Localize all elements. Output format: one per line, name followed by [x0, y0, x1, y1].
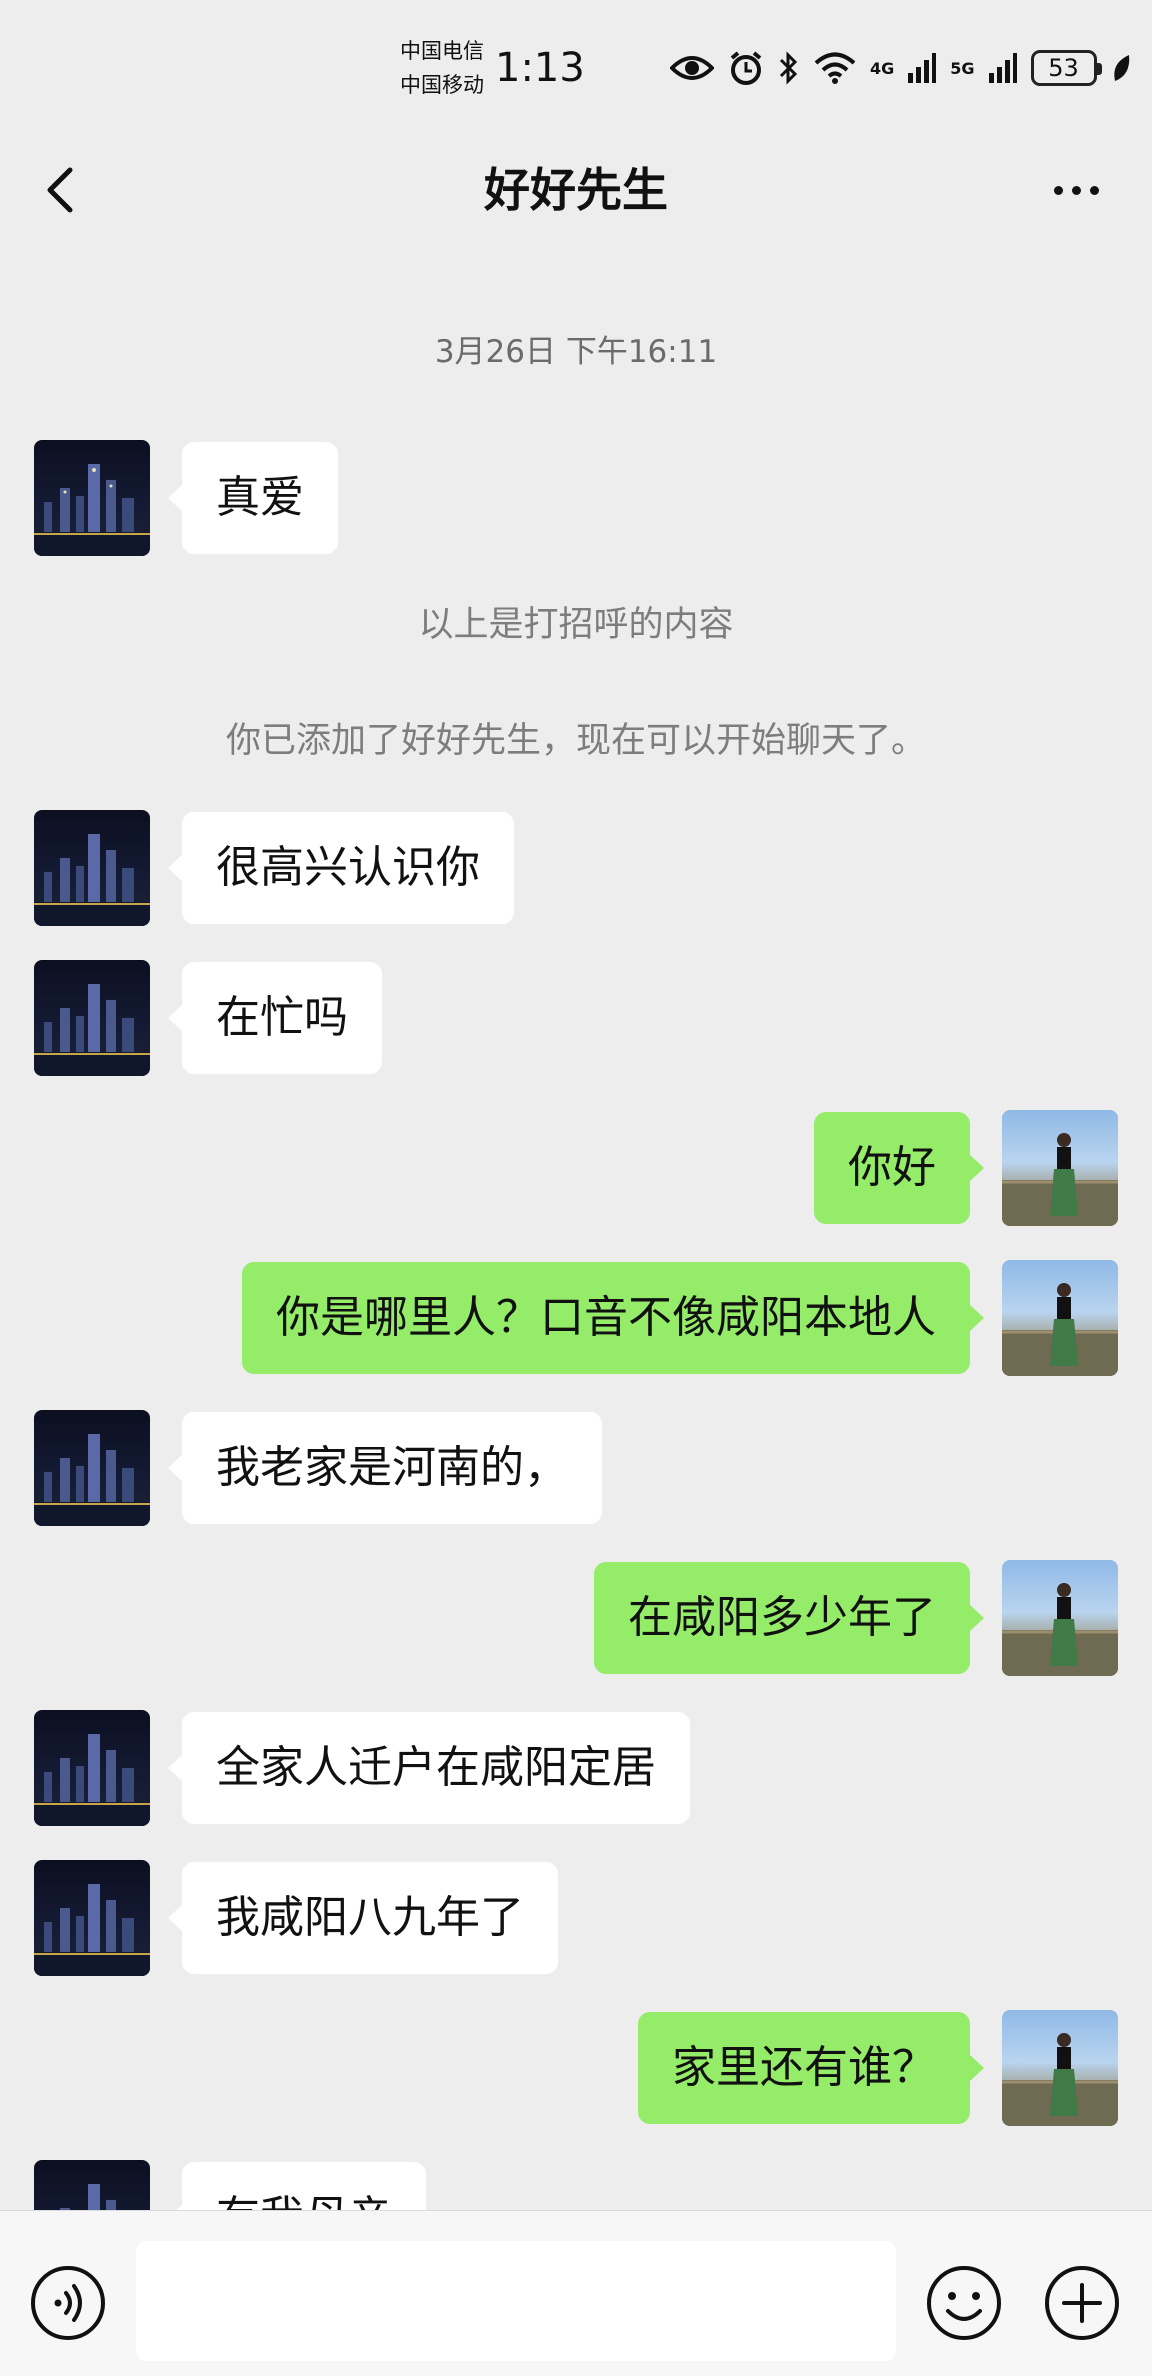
received-message-bubble[interactable]: 真爱 [168, 442, 338, 554]
input-bar [0, 2210, 1152, 2376]
plus-circle-icon [1045, 2266, 1119, 2340]
contact-avatar[interactable] [34, 440, 150, 556]
sent-message-bubble[interactable]: 你是哪里人？口音不像咸阳本地人 [242, 1262, 984, 1374]
city-night-avatar-icon [34, 834, 150, 926]
contact-avatar[interactable] [34, 810, 150, 926]
person-avatar-icon [1002, 1583, 1118, 1676]
my-avatar[interactable] [1002, 1560, 1118, 1676]
contact-avatar[interactable] [34, 1710, 150, 1826]
greeting-notice: 以上是打招呼的内容 [418, 605, 734, 645]
message-row: 有我母亲 [0, 2160, 1152, 2210]
message-row: 在咸阳多少年了 [0, 1560, 1152, 1676]
smiley-icon [927, 2266, 1001, 2340]
leaf-icon [1113, 55, 1129, 81]
more-dot-icon [1053, 185, 1063, 195]
message-row: 在忙吗 [0, 960, 1152, 1076]
person-avatar-icon [1002, 1283, 1118, 1376]
my-avatar[interactable] [1002, 1110, 1118, 1226]
carrier-1: 中国电信 [400, 39, 484, 63]
sent-message-bubble[interactable]: 家里还有谁？ [638, 2012, 984, 2124]
message-input[interactable] [136, 2241, 896, 2361]
city-night-avatar-icon [34, 1434, 150, 1526]
status-time: 1:13 [495, 45, 585, 91]
eye-icon [670, 56, 714, 80]
voice-input-button[interactable] [28, 2263, 108, 2343]
carrier-2: 中国移动 [400, 73, 484, 97]
message-row: 全家人迁户在咸阳定居 [0, 1710, 1152, 1826]
contact-avatar[interactable] [34, 1410, 150, 1526]
message-list[interactable]: 3月26日 下午16:11 真爱 以上是打招呼的内容 你已添加了好好先生，现在可… [0, 250, 1152, 2210]
contact-avatar[interactable] [34, 960, 150, 1076]
message-row: 你是哪里人？口音不像咸阳本地人 [0, 1260, 1152, 1376]
person-avatar-icon [1002, 2033, 1118, 2126]
more-options-button[interactable] [1036, 160, 1116, 220]
contact-avatar[interactable] [34, 1860, 150, 1976]
received-message-bubble[interactable]: 我老家是河南的， [168, 1412, 602, 1524]
network-type-1: 4G [870, 58, 895, 78]
battery-indicator: 53 [1030, 50, 1102, 86]
city-night-avatar-icon [34, 984, 150, 1076]
alarm-icon [730, 51, 762, 85]
received-message-bubble[interactable]: 有我母亲 [168, 2162, 426, 2210]
more-dot-icon [1071, 185, 1081, 195]
city-night-avatar-icon [34, 1734, 150, 1826]
carrier-labels: 中国电信 中国移动 [400, 34, 484, 102]
received-message-bubble[interactable]: 在忙吗 [168, 962, 382, 1074]
chat-header: 好好先生 [0, 130, 1152, 250]
network-type-2: 5G [950, 58, 975, 78]
sent-message-bubble[interactable]: 在咸阳多少年了 [594, 1562, 984, 1674]
signal-icon-2 [988, 53, 1017, 83]
message-timestamp: 3月26日 下午16:11 [434, 334, 718, 370]
person-avatar-icon [1002, 1133, 1118, 1226]
wifi-icon [814, 52, 856, 84]
message-row: 很高兴认识你 [0, 810, 1152, 926]
sent-message-bubble[interactable]: 你好 [814, 1112, 984, 1224]
city-night-avatar-icon [34, 464, 150, 556]
message-row: 家里还有谁？ [0, 2010, 1152, 2126]
signal-icon-1 [908, 53, 937, 83]
chat-title: 好好先生 [484, 163, 668, 217]
more-functions-button[interactable] [1042, 2263, 1122, 2343]
city-night-avatar-icon [60, 2184, 116, 2210]
my-avatar[interactable] [1002, 1260, 1118, 1376]
city-night-avatar-icon [34, 1884, 150, 1976]
contact-avatar[interactable] [34, 2160, 150, 2210]
message-row: 真爱 [0, 440, 1152, 556]
received-message-bubble[interactable]: 我咸阳八九年了 [168, 1862, 558, 1974]
received-message-bubble[interactable]: 很高兴认识你 [168, 812, 514, 924]
status-bar: 中国电信 中国移动 1:13 4G 5G 53 [0, 0, 1152, 130]
status-icons: 4G 5G 53 [670, 44, 1131, 92]
received-message-bubble[interactable]: 全家人迁户在咸阳定居 [168, 1712, 690, 1824]
message-row: 你好 [0, 1110, 1152, 1226]
bluetooth-icon [779, 51, 798, 85]
friend-added-notice: 你已添加了好好先生，现在可以开始聊天了。 [225, 721, 926, 761]
chat-screen: 中国电信 中国移动 1:13 4G 5G 53 好好先生 3月26日 下午16:… [0, 0, 1152, 2376]
message-row: 我咸阳八九年了 [0, 1860, 1152, 1976]
more-dot-icon [1089, 185, 1099, 195]
my-avatar[interactable] [1002, 2010, 1118, 2126]
emoji-button[interactable] [924, 2263, 1004, 2343]
message-row: 我老家是河南的， [0, 1410, 1152, 1526]
voice-icon [31, 2266, 105, 2340]
